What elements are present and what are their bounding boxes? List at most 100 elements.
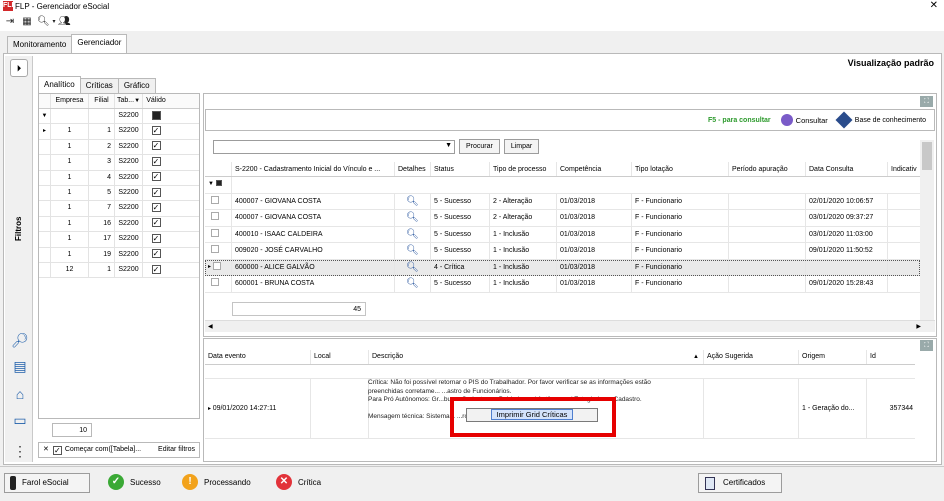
column-status[interactable]: Status [431,162,490,176]
monitor-icon[interactable]: ▭ [9,409,31,431]
maximize-icon[interactable]: ⛶ [920,340,933,351]
cell-filial[interactable]: 17 [89,232,115,247]
column-data-consulta[interactable]: Data Consulta [806,162,888,176]
column-id[interactable]: Id [867,350,915,364]
column-tipo-lotacao[interactable]: Tipo lotação [632,162,729,176]
cell-status[interactable]: 5 - Sucesso [431,193,490,209]
cell-competencia[interactable]: 01/03/2018 [557,259,632,275]
details-icon[interactable]: 🔍︎ [395,193,431,209]
column-filial[interactable]: Filial [89,94,115,108]
tab-grafico[interactable]: Gráfico [117,78,156,93]
cell-tab[interactable]: S2200 [115,170,143,185]
cell-process-type[interactable]: 1 - Inclusão [490,226,557,242]
valid-checkbox[interactable]: ✓ [151,233,161,243]
clear-button[interactable]: Limpar [503,139,540,154]
filter-grid-row[interactable]: 1 3 S2200 ✓ [39,155,199,171]
film-icon[interactable]: ▤ [9,355,31,377]
valid-checkbox[interactable]: ✓ [151,156,161,166]
cell-status[interactable]: 5 - Sucesso [431,276,490,292]
knowledge-base-link[interactable]: Base de conhecimento [855,117,926,124]
cell-filial[interactable]: 2 [89,139,115,155]
cell-competencia[interactable]: 01/03/2018 [557,226,632,242]
cell-process-type[interactable]: 1 - Inclusão [490,276,557,292]
cell-competencia[interactable]: 01/03/2018 [557,193,632,209]
users-icon[interactable]: 👥︎ [58,16,71,28]
row-checkbox[interactable] [211,228,220,237]
cell-filial[interactable]: 19 [89,247,115,262]
cell-filial[interactable]: 5 [89,185,115,201]
consult-icon[interactable] [780,114,793,126]
tab-gerenciador[interactable]: Gerenciador [71,34,128,53]
cell-indicativo[interactable] [888,210,920,226]
valid-checkbox[interactable]: ✓ [151,203,161,212]
column-valido[interactable]: Válido [143,94,169,108]
column-local[interactable]: Local [311,350,369,364]
main-grid-row[interactable]: 009020 - JOSÉ CARVALHO 🔍︎ 5 - Sucesso 1 - I… [205,243,920,260]
main-grid-row[interactable]: 400010 - ISAAC CALDEIRA 🔍︎ 5 - Sucesso 1 - … [205,226,920,243]
cell-tab[interactable]: S2200 [115,247,143,262]
cell-empresa[interactable]: 1 [51,185,89,201]
clear-filter-icon[interactable]: ✕ [43,443,49,457]
cell-indicativo[interactable] [888,276,920,292]
details-icon[interactable]: 🔍︎ [395,210,431,226]
cell-process-type[interactable]: 2 - Alteração [490,193,557,209]
row-checkbox[interactable] [212,261,221,270]
book-icon[interactable] [835,111,853,129]
cell-empresa[interactable]: 12 [51,262,89,278]
cell-competencia[interactable]: 01/03/2018 [557,243,632,259]
cell-indicativo[interactable] [888,227,920,243]
tab-analitico[interactable]: Analítico [38,76,81,93]
row-checkbox[interactable] [211,245,220,254]
valid-checkbox[interactable]: ✓ [151,249,161,259]
filter-grid-row[interactable]: 1 19 S2200 ✓ [39,247,199,263]
magnifier-icon[interactable]: 🔎︎ [9,329,31,351]
cell-data-consulta[interactable]: 09/01/2020 11:50:52 [806,243,888,259]
valid-checkbox[interactable]: ✓ [151,264,161,274]
column-cadastramento[interactable]: S-2200 - Cadastramento Inicial do Víncul… [232,162,395,176]
cell-tab[interactable]: S2200 [115,139,143,155]
column-origem[interactable]: Origem [799,350,867,364]
close-icon[interactable]: ✕ [930,0,938,12]
cell-worker[interactable]: 400007 - GIOVANA COSTA [232,193,395,209]
cell-empresa[interactable]: 1 [51,170,89,185]
filter-grid-row[interactable]: 12 1 S2200 ✓ [39,262,199,279]
main-grid-row[interactable]: 400007 - GIOVANA COSTA 🔍︎ 5 - Sucesso 2 - A… [205,210,920,227]
cell-status[interactable]: 5 - Sucesso [431,210,490,226]
filter-grid-row[interactable]: 1 7 S2200 ✓ [39,201,199,217]
cell-filial[interactable]: 7 [89,201,115,216]
search-button[interactable]: Procurar [459,139,500,154]
main-grid-row[interactable]: 600001 - BRUNA COSTA 🔍︎ 5 - Sucesso 1 - Inc… [205,276,920,293]
main-grid-row[interactable]: ▸ 600000 - ALICE GALVÃO 🔍︎ 4 - Crítica 1 - … [205,259,920,276]
cell-empresa[interactable]: 1 [51,155,89,170]
chevron-down-icon[interactable]: ▼ [445,142,452,149]
cell-indicativo[interactable] [888,260,920,276]
farol-esocial-button[interactable]: Farol eSocial [4,473,90,493]
column-indicativo[interactable]: Indicativ [888,162,920,176]
valid-checkbox[interactable]: ✓ [151,187,161,197]
cell-lotacao[interactable]: F - Funcionario [632,243,729,259]
filter-grid-row[interactable]: 1 4 S2200 ✓ [39,170,199,186]
details-icon[interactable]: 🔍︎ [395,276,431,292]
column-detalhes[interactable]: Detalhes [395,162,431,176]
cell-worker[interactable]: 600001 - BRUNA COSTA [232,276,395,292]
filter-grid-row[interactable]: 1 17 S2200 ✓ [39,232,199,248]
valid-checkbox[interactable]: ✓ [151,126,161,136]
valid-checkbox[interactable]: ✓ [151,172,161,182]
cell-periodo[interactable] [729,259,806,275]
filter-grid-row[interactable]: 1 5 S2200 ✓ [39,185,199,202]
cell-empresa[interactable]: 1 [51,232,89,247]
column-data-evento[interactable]: Data evento [205,350,311,364]
cell-competencia[interactable]: 01/03/2018 [557,210,632,226]
filter-expression[interactable]: Começar com([Tabela]... [65,443,141,457]
cell-periodo[interactable] [729,276,806,292]
cell-indicativo[interactable] [888,243,920,259]
details-icon[interactable]: 🔍︎ [395,226,431,242]
cell-competencia[interactable]: 01/03/2018 [557,276,632,292]
cell-periodo[interactable] [729,193,806,209]
horizontal-scrollbar[interactable]: ◀ ▶ [205,320,935,332]
filter-tab-value[interactable]: S2200 [115,109,143,124]
maximize-icon[interactable]: ⛶ [920,96,933,107]
cell-filial[interactable]: 1 [89,124,115,139]
cell-data-consulta[interactable]: 03/01/2020 09:37:27 [806,210,888,226]
search-combo[interactable]: ▼ [213,139,455,154]
